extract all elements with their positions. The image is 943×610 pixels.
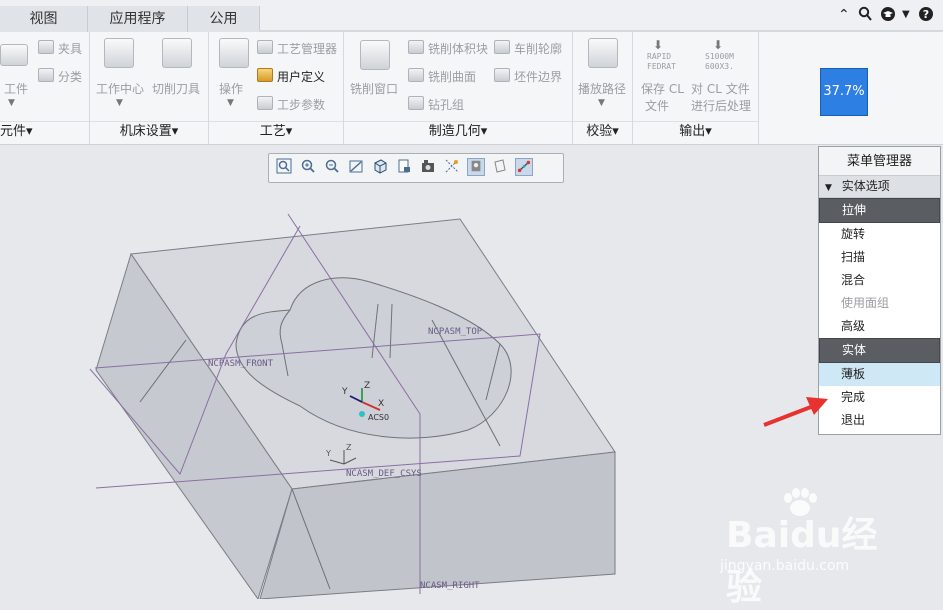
help-icon[interactable]: ? <box>918 6 934 27</box>
work-center-button[interactable]: 工作中心 <box>96 80 144 97</box>
process-manager-icon <box>257 40 273 54</box>
group-label-process[interactable]: 工艺▾ <box>209 121 343 142</box>
classify-button[interactable]: 分类 <box>58 68 82 85</box>
classify-icon <box>38 68 54 82</box>
turn-profile-button[interactable]: 车削轮廓 <box>514 40 562 57</box>
menu-item-advanced[interactable]: 高级 <box>819 315 940 338</box>
process-manager-button[interactable]: 工艺管理器 <box>277 40 337 57</box>
watermark-url: jingyan.baidu.com <box>720 558 850 574</box>
menu-manager: 菜单管理器 ▼ 实体选项 拉伸 旋转 扫描 混合 使用面组 高级 实体 薄板 完… <box>818 146 941 435</box>
operation-button[interactable]: 操作 <box>219 80 243 97</box>
axis-x-label: X <box>378 399 384 409</box>
model-viewport[interactable]: NCPASM_TOP NCPASM_FRONT NCASM_RIGHT NCAS… <box>0 144 820 599</box>
axis-y-label: Y <box>341 387 348 397</box>
baidu-watermark: Baidu经验 jingyan.baidu.com <box>720 488 910 608</box>
turn-profile-icon <box>494 40 510 54</box>
mill-volume-icon <box>408 40 424 54</box>
collapse-up-icon[interactable]: ⌃ <box>838 6 850 24</box>
svg-text:?: ? <box>923 8 929 21</box>
mill-surface-button[interactable]: 铣削曲面 <box>428 68 476 85</box>
post-cl-button[interactable]: 对 CL 文件 <box>691 80 750 97</box>
ribbon-group-machine: 工作中心 ▼ 切削刀具 机床设置▾ <box>90 32 209 144</box>
progress-indicator: 37.7% <box>820 68 868 116</box>
chevron-down-icon: ▼ <box>116 98 123 108</box>
menu-section-label: 实体选项 <box>841 179 890 193</box>
chevron-down-icon: ▼ <box>227 98 234 108</box>
tab-applications[interactable]: 应用程序 <box>88 6 188 32</box>
step-params-button[interactable]: 工步参数 <box>277 96 325 113</box>
menu-item-revolve[interactable]: 旋转 <box>819 223 940 246</box>
menu-section-solid-options[interactable]: ▼ 实体选项 <box>819 176 940 198</box>
group-label-mfg-geometry[interactable]: 制造几何▾ <box>344 121 572 142</box>
fedrat-label: FEDRAT <box>647 62 676 71</box>
red-pointer-arrow <box>763 397 828 427</box>
acs-label: ACS0 <box>368 413 389 422</box>
mill-window-icon <box>360 40 390 70</box>
operation-icon <box>219 38 249 68</box>
save-cl-button-line2[interactable]: 文件 <box>645 97 669 114</box>
drill-group-button[interactable]: 钻孔组 <box>428 96 464 113</box>
ribbon-tab-bar: 视图 应用程序 公用 ⌃ ▼ ? <box>0 0 943 32</box>
chevron-down-icon: ▼ <box>8 98 15 108</box>
tab-common[interactable]: 公用 <box>188 6 260 32</box>
ribbon: 工件 ▼ 夹具 分类 元件▾ 工作中心 ▼ 切削刀具 机床设置▾ 操作 ▼ 工艺… <box>0 32 943 145</box>
ribbon-group-verify: 播放路径 ▼ 校验▾ <box>573 32 633 144</box>
mill-volume-button[interactable]: 铣削体积块 <box>428 40 488 57</box>
rapid-label: RAPID <box>647 52 672 61</box>
user-defined-button[interactable]: 用户定义 <box>277 68 325 85</box>
ribbon-group-output: ⬇ RAPID FEDRAT 保存 CL 文件 ⬇ S1000M 600X3. … <box>633 32 759 144</box>
chevron-down-icon: ▼ <box>598 98 605 108</box>
group-label-verify[interactable]: 校验▾ <box>573 121 632 142</box>
menu-item-sweep[interactable]: 扫描 <box>819 246 940 269</box>
datum-label-top: NCPASM_TOP <box>428 327 483 337</box>
triangle-down-icon: ▼ <box>825 183 832 193</box>
axis-z-label-lower: Z <box>346 443 352 452</box>
menu-item-quit[interactable]: 退出 <box>819 409 940 432</box>
menu-manager-title: 菜单管理器 <box>819 147 940 176</box>
cutting-tool-button[interactable]: 切削刀具 <box>152 80 200 97</box>
s1000-label: S1000M <box>705 52 734 61</box>
arrow-down-icon: ⬇ <box>653 38 664 52</box>
search-icon[interactable] <box>858 6 872 27</box>
menu-item-solid[interactable]: 实体 <box>819 338 940 363</box>
axis-y-label-lower: Y <box>325 449 331 458</box>
mill-surface-icon <box>408 68 424 82</box>
ribbon-group-process: 操作 ▼ 工艺管理器 用户定义 工步参数 工艺▾ <box>209 32 344 144</box>
save-cl-button[interactable]: 保存 CL <box>641 80 684 97</box>
workpiece-icon <box>0 44 28 66</box>
arrow-down-icon: ⬇ <box>713 38 724 52</box>
menu-item-use-quilt: 使用面组 <box>841 296 890 310</box>
stock-boundary-icon <box>494 68 510 82</box>
menu-item-done[interactable]: 完成 <box>819 386 940 409</box>
ribbon-group-mfg-geometry: 铣削窗口 铣削体积块 铣削曲面 钻孔组 车削轮廓 坯件边界 制造几何▾ <box>344 32 573 144</box>
mill-window-button[interactable]: 铣削窗口 <box>350 80 398 97</box>
fixture-button[interactable]: 夹具 <box>58 40 82 57</box>
menu-item-thin[interactable]: 薄板 <box>819 363 940 386</box>
csys-label: NCASM_DEF_CSYS <box>346 469 422 479</box>
axis-z-label: Z <box>364 381 370 391</box>
drill-group-icon <box>408 96 424 110</box>
stock-boundary-button[interactable]: 坯件边界 <box>514 68 562 85</box>
datum-label-front: NCPASM_FRONT <box>208 359 274 369</box>
play-path-button[interactable]: 播放路径 <box>578 80 626 97</box>
cutting-tool-icon <box>162 38 192 68</box>
work-center-icon <box>104 38 134 68</box>
post-cl-button-line2[interactable]: 进行后处理 <box>691 97 751 114</box>
datum-label-right: NCASM_RIGHT <box>420 581 480 591</box>
graduation-cap-icon[interactable] <box>880 6 896 27</box>
ribbon-group-part: 工件 ▼ 夹具 分类 元件▾ <box>0 32 90 144</box>
fixture-icon <box>38 40 54 54</box>
menu-item-extrude[interactable]: 拉伸 <box>819 198 940 223</box>
dropdown-icon[interactable]: ▼ <box>902 6 910 24</box>
group-label-part[interactable]: 元件▾ <box>0 121 89 142</box>
group-label-output[interactable]: 输出▾ <box>633 121 758 142</box>
menu-item-blend[interactable]: 混合 <box>819 269 940 292</box>
group-label-machine[interactable]: 机床设置▾ <box>90 121 208 142</box>
workpiece-button[interactable]: 工件 <box>4 80 28 97</box>
s600-label: 600X3. <box>705 62 734 71</box>
user-defined-icon <box>257 68 273 82</box>
play-path-icon <box>588 38 618 68</box>
tab-view[interactable]: 视图 <box>0 6 88 32</box>
step-params-icon <box>257 96 273 110</box>
